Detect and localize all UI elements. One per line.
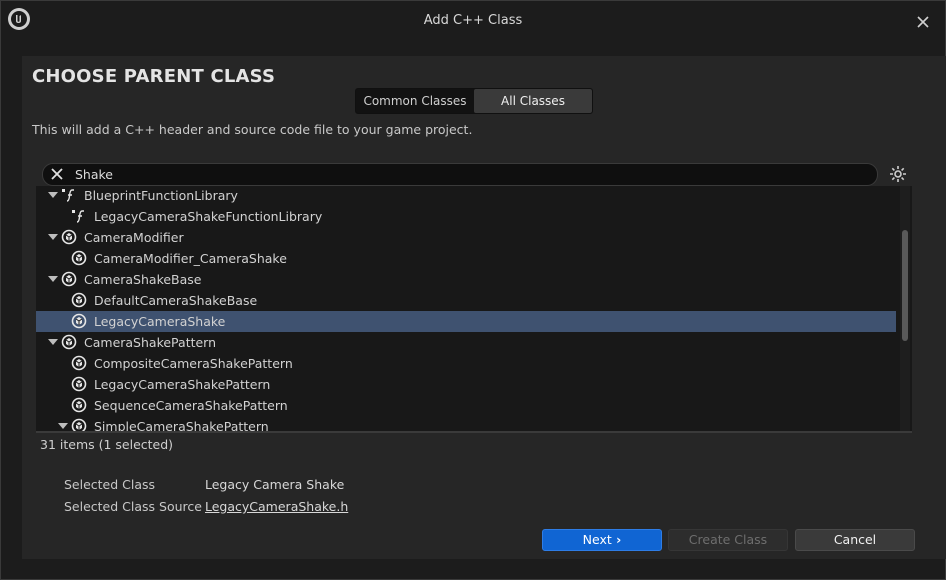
- search-input[interactable]: [75, 165, 855, 183]
- class-icon: [71, 250, 87, 266]
- next-button-label: Next: [582, 532, 612, 547]
- tree-row[interactable]: LegacyCameraShake: [36, 311, 896, 332]
- class-icon: [61, 229, 77, 245]
- selected-class-label: Selected Class: [64, 477, 156, 492]
- tree-row-label: CameraShakeBase: [84, 272, 202, 287]
- tree-row[interactable]: BlueprintFunctionLibrary: [36, 186, 896, 206]
- window-title: Add C++ Class: [423, 13, 523, 28]
- tree-row-label: BlueprintFunctionLibrary: [84, 188, 238, 203]
- tab-common-classes[interactable]: Common Classes: [356, 89, 474, 113]
- tree-row-label: CameraModifier: [84, 230, 184, 245]
- tree-row-label: LegacyCameraShakePattern: [94, 377, 271, 392]
- tree-row-label: DefaultCameraShakeBase: [94, 293, 258, 308]
- selected-source-label: Selected Class Source: [64, 499, 202, 514]
- tree-row[interactable]: CameraShakeBase: [36, 269, 896, 290]
- add-class-dialog: Add C++ Class CHOOSE PARENT CLASS Common…: [0, 0, 946, 580]
- function-library-icon: [61, 187, 77, 203]
- tree-row[interactable]: CompositeCameraShakePattern: [36, 353, 896, 374]
- tree-row[interactable]: SequenceCameraShakePattern: [36, 395, 896, 416]
- expand-arrow-icon[interactable]: [48, 192, 58, 198]
- class-icon: [71, 355, 87, 371]
- tree-row-label: SequenceCameraShakePattern: [94, 398, 288, 413]
- class-filter-toggle: Common Classes All Classes: [355, 88, 593, 114]
- tree-row[interactable]: CameraShakePattern: [36, 332, 896, 353]
- tree-row-label: CameraModifier_CameraShake: [94, 251, 287, 266]
- selected-class-value: Legacy Camera Shake: [205, 477, 345, 492]
- class-icon: [71, 418, 87, 432]
- class-icon: [71, 313, 87, 329]
- chevron-right-icon: ›: [611, 532, 622, 547]
- cancel-button[interactable]: Cancel: [795, 529, 915, 551]
- search-box: [42, 163, 878, 186]
- tree-row[interactable]: LegacyCameraShakeFunctionLibrary: [36, 206, 896, 227]
- title-bar: Add C++ Class: [1, 1, 945, 41]
- selected-source-link[interactable]: LegacyCameraShake.h: [205, 499, 348, 514]
- tree-row[interactable]: DefaultCameraShakeBase: [36, 290, 896, 311]
- settings-gear-icon[interactable]: [888, 164, 908, 184]
- class-icon: [71, 397, 87, 413]
- expand-arrow-icon[interactable]: [58, 423, 68, 429]
- tree-row-label: LegacyCameraShake: [94, 314, 226, 329]
- next-button[interactable]: Next ›: [542, 529, 662, 551]
- class-tree: SimpleCameraShakePattern SequenceCameraSh…: [36, 186, 912, 432]
- function-library-icon: [71, 208, 87, 224]
- item-count: 31 items (1 selected): [40, 437, 174, 452]
- tree-row[interactable]: CameraModifier: [36, 227, 896, 248]
- tree-row-label: LegacyCameraShakeFunctionLibrary: [94, 209, 323, 224]
- tree-row[interactable]: CameraModifier_CameraShake: [36, 248, 896, 269]
- class-icon: [71, 292, 87, 308]
- close-icon[interactable]: [912, 11, 934, 33]
- expand-arrow-icon[interactable]: [48, 339, 58, 345]
- class-icon: [71, 376, 87, 392]
- tab-all-classes[interactable]: All Classes: [474, 89, 592, 113]
- class-icon: [61, 334, 77, 350]
- create-class-button[interactable]: Create Class: [668, 529, 788, 551]
- tree-row[interactable]: SimpleCameraShakePattern: [36, 416, 896, 432]
- expand-arrow-icon[interactable]: [48, 234, 58, 240]
- expand-arrow-icon[interactable]: [48, 276, 58, 282]
- scrollbar-thumb[interactable]: [902, 230, 908, 341]
- page-title: CHOOSE PARENT CLASS: [32, 66, 276, 87]
- tree-row-label: CompositeCameraShakePattern: [94, 356, 293, 371]
- divider: [36, 431, 912, 433]
- tree-row-label: CameraShakePattern: [84, 335, 217, 350]
- clear-search-icon[interactable]: [49, 166, 65, 182]
- description-text: This will add a C++ header and source co…: [32, 122, 473, 137]
- class-icon: [61, 271, 77, 287]
- tree-row[interactable]: LegacyCameraShakePattern: [36, 374, 896, 395]
- content-panel: CHOOSE PARENT CLASS Common Classes All C…: [22, 56, 946, 559]
